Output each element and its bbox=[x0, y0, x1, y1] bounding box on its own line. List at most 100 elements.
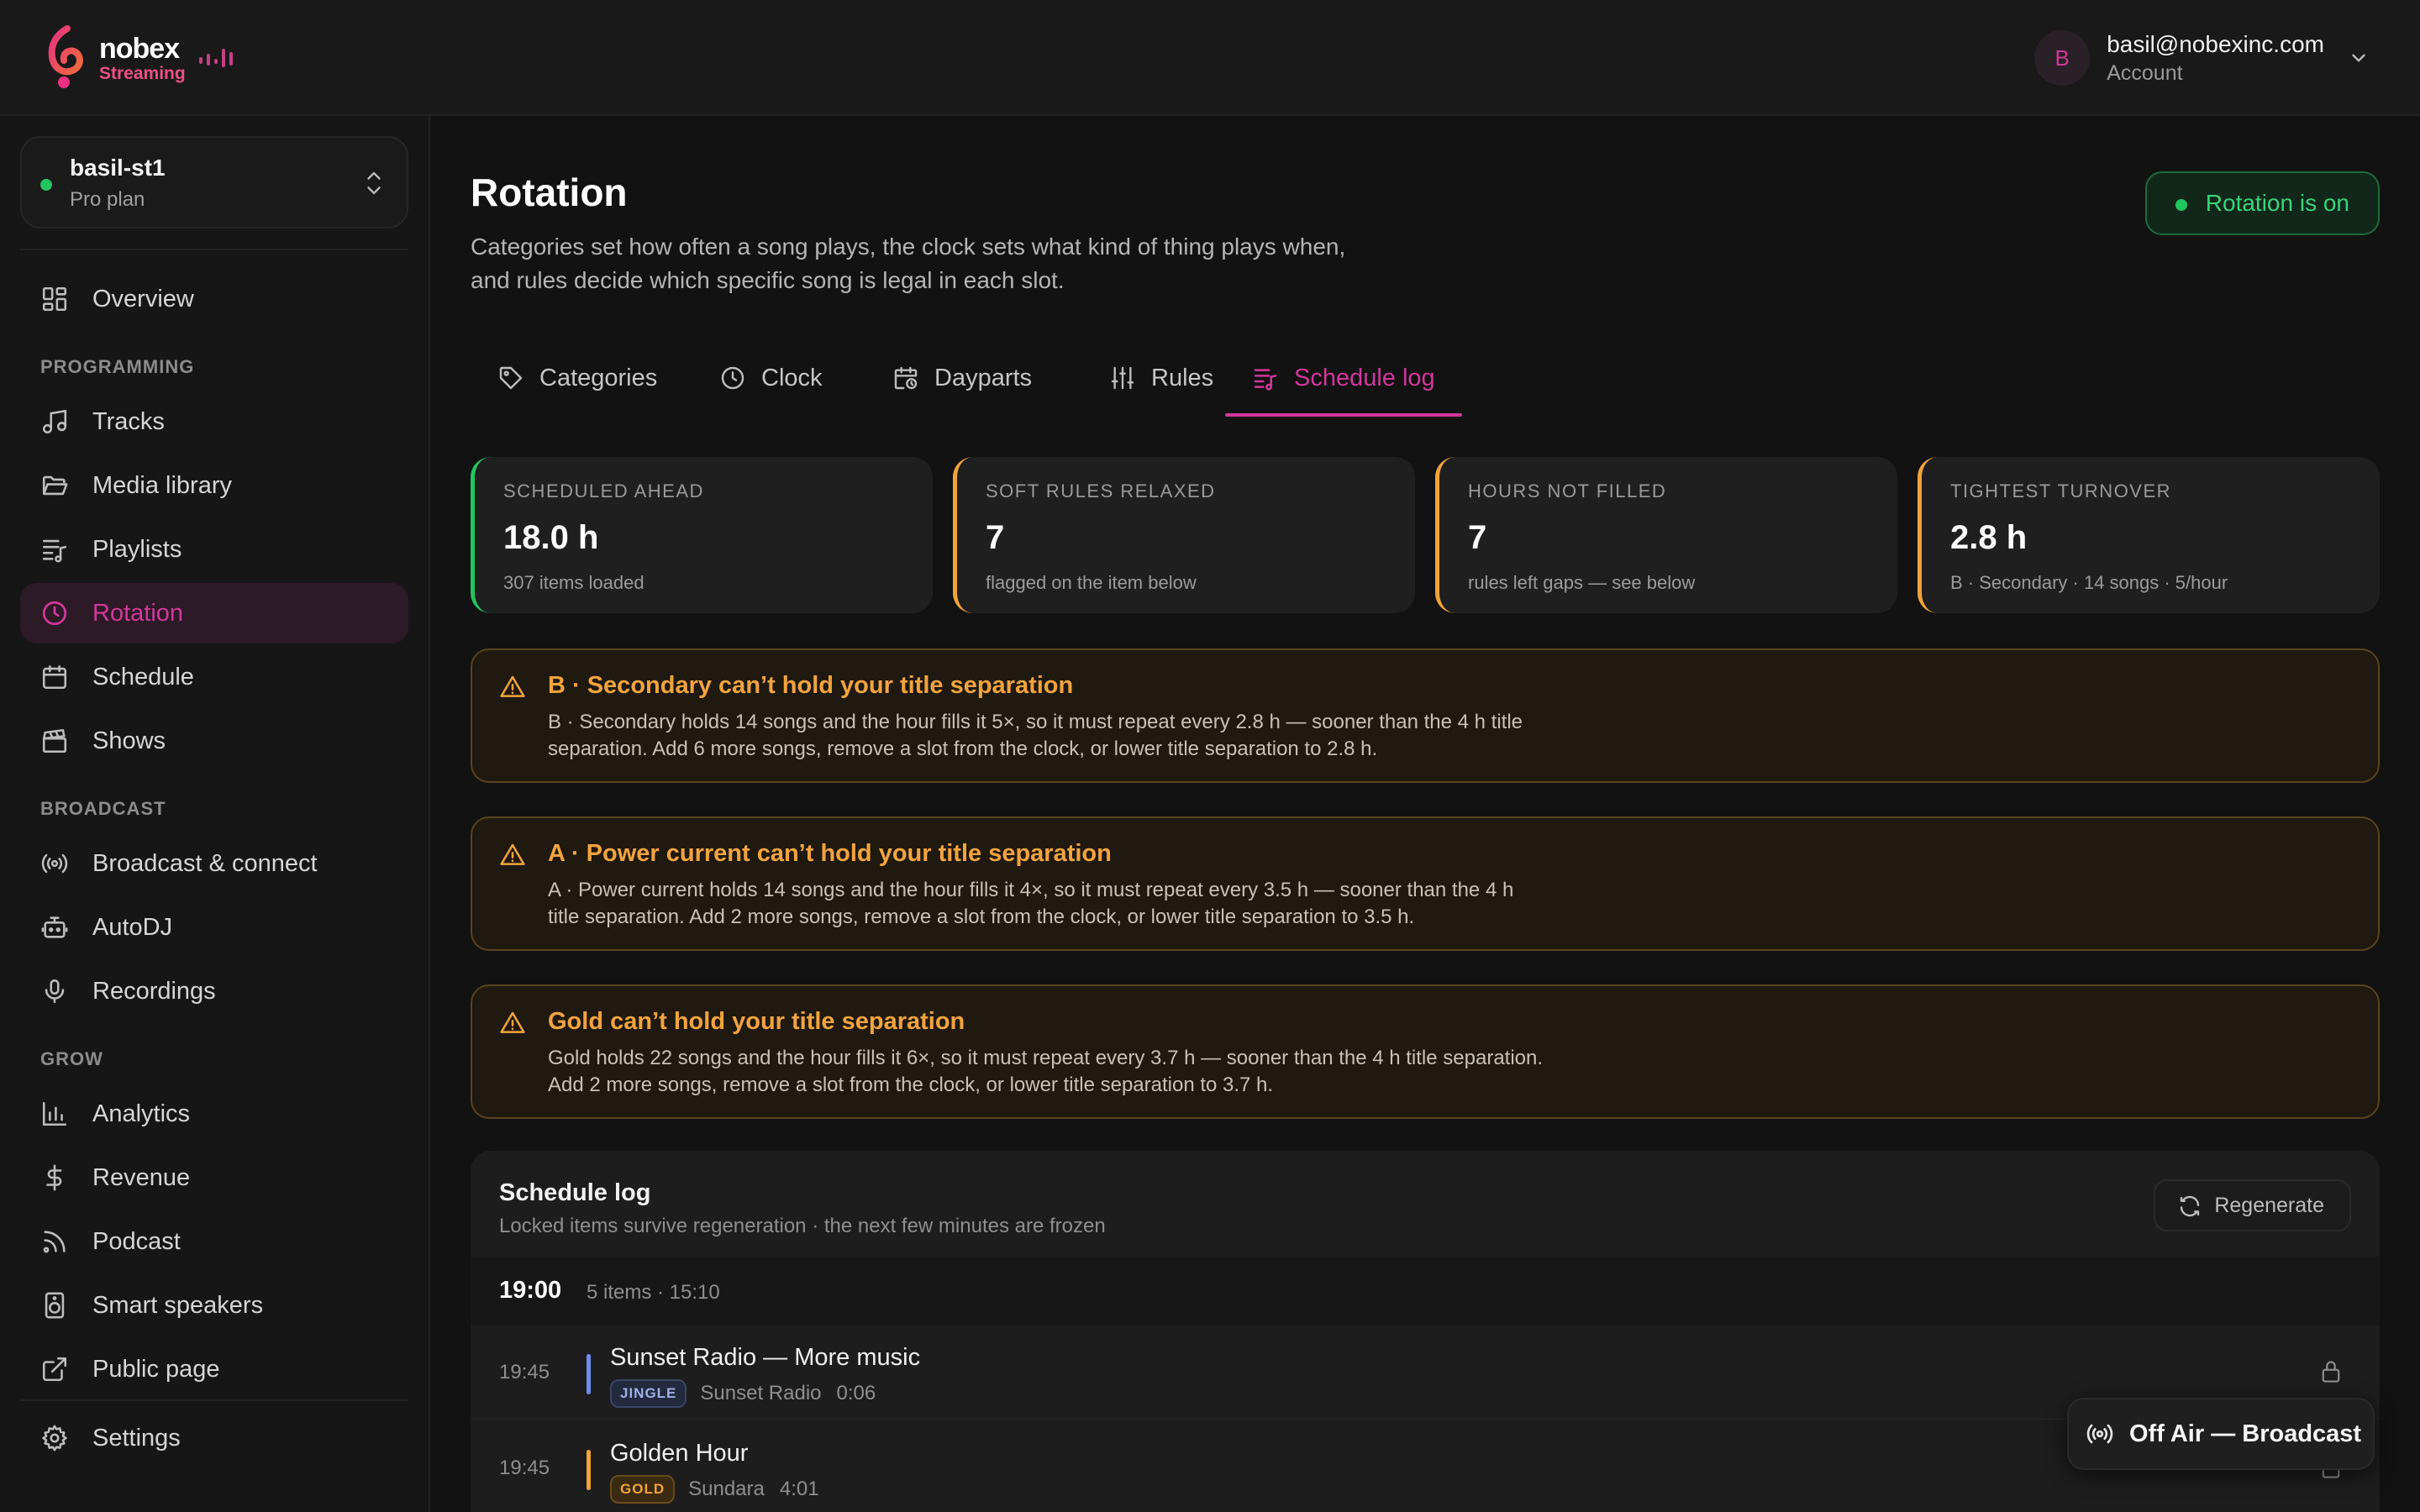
sidebar-item-label: Rotation bbox=[92, 599, 184, 627]
hour-header[interactable]: 19:00 5 items · 15:10 bbox=[471, 1257, 2380, 1326]
warning-body: B · Secondary holds 14 songs and the hou… bbox=[548, 711, 1523, 760]
sidebar-item-label: Smart speakers bbox=[92, 1291, 264, 1319]
broadcast-icon bbox=[41, 853, 68, 874]
external-link-icon bbox=[42, 1357, 67, 1382]
sidebar-section-broadcast: BROADCAST bbox=[40, 798, 166, 819]
list-music-icon bbox=[1254, 369, 1277, 391]
category-color-bar bbox=[587, 1354, 591, 1394]
avatar: B bbox=[2034, 30, 2091, 86]
lock-icon[interactable] bbox=[2319, 1359, 2343, 1384]
sidebar-item-label: Shows bbox=[92, 727, 166, 754]
brand-logo[interactable]: nobex Streaming bbox=[39, 24, 236, 92]
calendar-icon bbox=[42, 664, 67, 690]
sidebar-item-broadcast-connect[interactable]: Broadcast & connect bbox=[20, 833, 408, 894]
sidebar-item-label: Tracks bbox=[92, 407, 165, 435]
music-note-icon bbox=[42, 409, 67, 434]
sidebar-item-smart-speakers[interactable]: Smart speakers bbox=[20, 1275, 408, 1336]
speaker-icon bbox=[45, 1292, 65, 1319]
sidebar-item-analytics[interactable]: Analytics bbox=[20, 1084, 408, 1144]
row-time: 19:45 bbox=[499, 1457, 550, 1479]
folder-open-icon bbox=[42, 475, 68, 496]
sidebar-item-media-library[interactable]: Media library bbox=[20, 455, 408, 516]
stat-soft-rules-relaxed: SOFT RULES RELAXED 7 flagged on the item… bbox=[953, 457, 1415, 613]
row-time: 19:45 bbox=[499, 1361, 550, 1383]
regenerate-label: Regenerate bbox=[2214, 1193, 2324, 1217]
sidebar-item-label: Recordings bbox=[92, 977, 216, 1005]
separation-warning: Gold can’t hold your title separation Go… bbox=[471, 984, 2380, 1119]
station-name: basil-st1 bbox=[70, 155, 166, 181]
dollar-icon bbox=[46, 1164, 62, 1191]
stat-hours-not-filled: HOURS NOT FILLED 7 rules left gaps — see… bbox=[1435, 457, 1897, 613]
tab-rules[interactable]: Rules bbox=[1082, 339, 1240, 417]
warning-title: B · Secondary can’t hold your title sepa… bbox=[548, 672, 1074, 699]
sidebar-item-tracks[interactable]: Tracks bbox=[20, 391, 408, 452]
sidebar-item-public-page[interactable]: Public page bbox=[20, 1339, 408, 1399]
sidebar-item-autodj[interactable]: AutoDJ bbox=[20, 897, 408, 958]
sidebar-item-rotation[interactable]: Rotation bbox=[20, 583, 408, 643]
warning-body: A · Power current holds 14 songs and the… bbox=[548, 879, 1514, 928]
sidebar-item-playlists[interactable]: Playlists bbox=[20, 519, 408, 580]
sidebar-item-shows[interactable]: Shows bbox=[20, 711, 408, 771]
off-air-broadcast-button[interactable]: Off Air — Broadcast bbox=[2067, 1398, 2375, 1470]
station-switcher[interactable]: basil-st1 Pro plan bbox=[20, 136, 408, 228]
clock-icon bbox=[721, 366, 744, 390]
playlist-icon bbox=[42, 539, 67, 563]
warning-title: A · Power current can’t hold your title … bbox=[548, 840, 1112, 867]
tab-schedule-log[interactable]: Schedule log bbox=[1225, 339, 1462, 417]
station-plan: Pro plan bbox=[70, 188, 145, 211]
sidebar-item-label: Public page bbox=[92, 1355, 220, 1383]
sidebar-item-label: Analytics bbox=[92, 1100, 191, 1127]
sidebar-section-programming: PROGRAMMING bbox=[40, 356, 195, 377]
sidebar-item-label: Media library bbox=[92, 471, 232, 499]
tab-clock[interactable]: Clock bbox=[692, 339, 850, 417]
sidebar-item-settings[interactable]: Settings bbox=[20, 1408, 408, 1468]
account-email: basil@nobexinc.com bbox=[2107, 30, 2324, 57]
chevron-down-icon bbox=[2352, 54, 2365, 62]
sidebar-item-label: Podcast bbox=[92, 1227, 181, 1255]
equalizer-icon bbox=[198, 49, 233, 67]
schedule-log-subtitle: Locked items survive regeneration · the … bbox=[499, 1215, 1106, 1237]
tab-dayparts[interactable]: Dayparts bbox=[865, 339, 1059, 417]
account-menu[interactable]: B basil@nobexinc.com Account bbox=[2034, 30, 2370, 86]
page-title: Rotation bbox=[471, 171, 628, 214]
category-badge: JINGLE bbox=[610, 1379, 687, 1408]
dashboard-icon bbox=[42, 286, 67, 312]
sidebar-item-overview[interactable]: Overview bbox=[20, 269, 408, 329]
rotation-status-badge[interactable]: Rotation is on bbox=[2144, 171, 2380, 235]
sidebar-item-revenue[interactable]: Revenue bbox=[20, 1147, 408, 1208]
separation-warning: A · Power current can’t hold your title … bbox=[471, 816, 2380, 951]
calendar-clock-icon bbox=[894, 366, 918, 390]
sidebar-item-recordings[interactable]: Recordings bbox=[20, 961, 408, 1021]
regenerate-button[interactable]: Regenerate bbox=[2154, 1179, 2351, 1231]
hour-meta: 5 items · 15:10 bbox=[587, 1281, 720, 1304]
tab-categories[interactable]: Categories bbox=[471, 339, 684, 417]
warning-body: Gold holds 22 songs and the hour fills i… bbox=[548, 1047, 1544, 1096]
warning-icon bbox=[500, 675, 525, 697]
sidebar-divider bbox=[20, 1399, 408, 1401]
top-bar: nobex Streaming B basil@nobexinc.com Acc… bbox=[0, 0, 2420, 116]
row-duration: 4:01 bbox=[779, 1478, 819, 1500]
clock-icon bbox=[42, 601, 67, 626]
sidebar-item-podcast[interactable]: Podcast bbox=[20, 1211, 408, 1272]
station-status-dot bbox=[40, 179, 52, 191]
hour-time: 19:00 bbox=[499, 1277, 562, 1304]
category-badge: GOLD bbox=[610, 1475, 676, 1504]
gear-icon bbox=[42, 1425, 67, 1452]
stat-scheduled-ahead: SCHEDULED AHEAD 18.0 h 307 items loaded bbox=[471, 457, 933, 613]
row-duration: 0:06 bbox=[836, 1382, 876, 1404]
bar-chart-icon bbox=[42, 1101, 67, 1126]
row-title: Golden Hour bbox=[610, 1440, 749, 1467]
stats-row: SCHEDULED AHEAD 18.0 h 307 items loaded … bbox=[471, 457, 2380, 613]
sliders-icon bbox=[1111, 366, 1134, 390]
brand-sub: Streaming bbox=[99, 63, 186, 83]
sidebar-item-label: Settings bbox=[92, 1424, 181, 1452]
sidebar-item-label: AutoDJ bbox=[92, 913, 173, 941]
logo-mark-icon bbox=[48, 24, 83, 89]
sidebar-item-label: Revenue bbox=[92, 1163, 191, 1191]
refresh-icon bbox=[2181, 1195, 2200, 1217]
microphone-icon bbox=[45, 979, 65, 1004]
sidebar-item-schedule[interactable]: Schedule bbox=[20, 647, 408, 707]
chevron-up-down-icon bbox=[367, 171, 381, 195]
row-title: Sunset Radio — More music bbox=[610, 1344, 921, 1371]
main-content: Rotation Categories set how often a song… bbox=[432, 116, 2420, 1512]
